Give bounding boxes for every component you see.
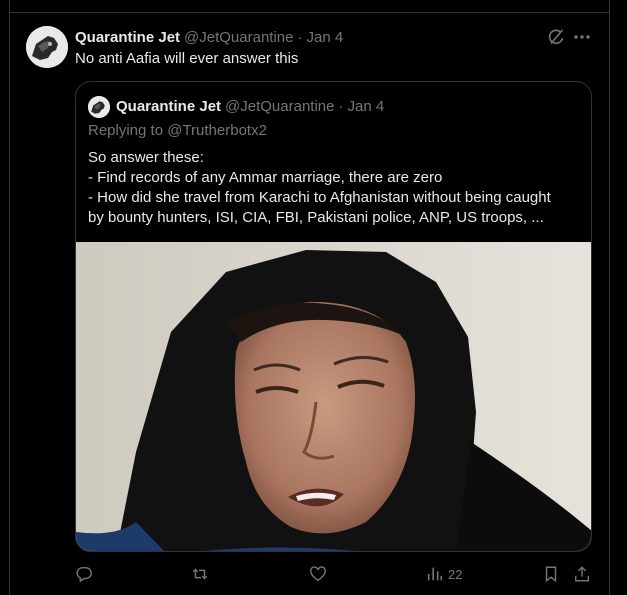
separator: · (297, 28, 303, 46)
share-button[interactable] (573, 563, 591, 585)
reply-button[interactable] (75, 563, 93, 585)
quoted-line: - Find records of any Ammar marriage, th… (88, 169, 443, 186)
more-icon[interactable] (572, 27, 592, 47)
tweet-date[interactable]: Jan 4 (306, 29, 343, 46)
reply-icon (76, 566, 92, 583)
author-name[interactable]: Quarantine Jet (75, 29, 180, 46)
quoted-photo[interactable] (76, 242, 591, 551)
tweet-header: Quarantine Jet @JetQuarantine · Jan 4 (75, 27, 343, 47)
quoted-line: by bounty hunters, ISI, CIA, FBI, Pakist… (88, 209, 544, 226)
bookmark-icon (545, 566, 557, 583)
quoted-tweet[interactable]: Quarantine Jet @JetQuarantine · Jan 4 Re… (75, 81, 592, 552)
quoted-header: Quarantine Jet @JetQuarantine · Jan 4 (116, 96, 384, 116)
tweet-text: No anti Aafia will ever answer this (75, 50, 299, 67)
retweet-button[interactable] (191, 563, 209, 585)
quoted-text: So answer these: - Find records of any A… (88, 148, 583, 228)
views-button[interactable]: 22 (426, 563, 462, 585)
replying-mention: @Trutherbotx2 (167, 122, 267, 139)
views-count: 22 (448, 566, 463, 582)
quoted-line: So answer these: (88, 149, 204, 166)
retweet-icon (192, 568, 208, 580)
separator: · (338, 97, 344, 115)
replying-prefix: Replying to (88, 122, 164, 139)
like-button[interactable] (309, 563, 327, 585)
heart-icon (310, 566, 326, 582)
share-icon (574, 566, 590, 582)
quoted-avatar (88, 96, 110, 118)
replying-to: Replying to @Trutherbotx2 (88, 122, 267, 139)
divider (9, 12, 610, 13)
avatar[interactable] (26, 26, 68, 68)
grok-icon[interactable] (546, 27, 566, 47)
quoted-author-name: Quarantine Jet (116, 97, 222, 115)
quoted-line: - How did she travel from Karachi to Afg… (88, 189, 551, 206)
author-handle[interactable]: @JetQuarantine (184, 29, 293, 46)
quoted-author-handle: @JetQuarantine (225, 97, 335, 115)
quoted-date: Jan 4 (347, 97, 385, 115)
views-icon (427, 567, 443, 581)
action-bar: 22 (75, 563, 595, 585)
bookmark-button[interactable] (542, 563, 560, 585)
